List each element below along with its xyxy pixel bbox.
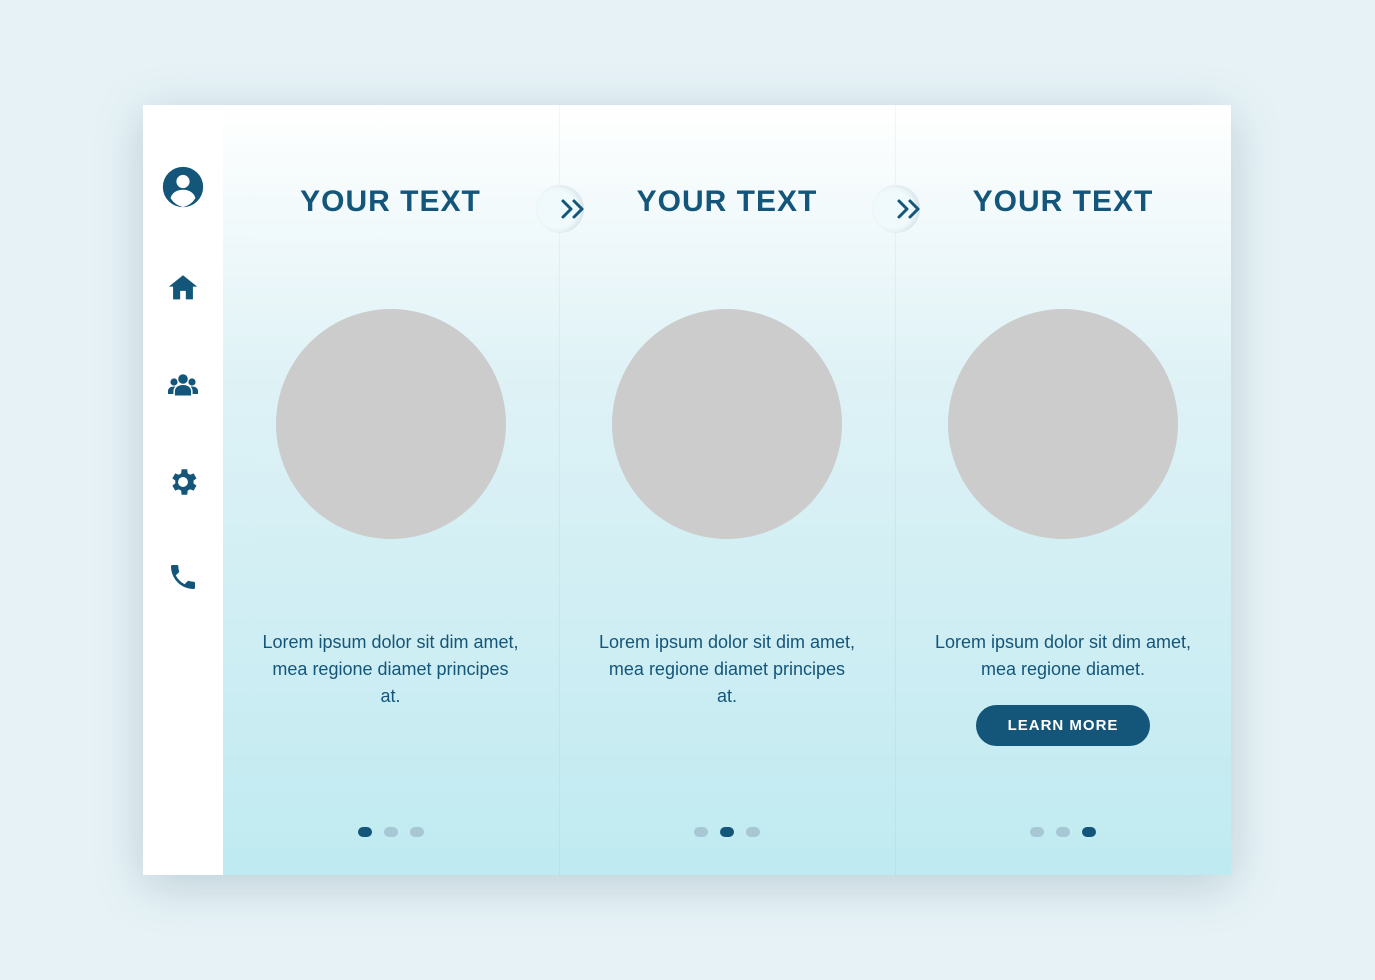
onboarding-panel-2: YOUR TEXT Lorem ipsum dolor sit dim amet… (559, 105, 895, 875)
panel-body: Lorem ipsum dolor sit dim amet, mea regi… (597, 629, 857, 710)
dot-1[interactable] (694, 827, 708, 837)
onboarding-panel-1: YOUR TEXT Lorem ipsum dolor sit dim amet… (223, 105, 559, 875)
panel-title: YOUR TEXT (637, 185, 818, 219)
group-icon[interactable] (165, 367, 201, 403)
pagination-dots (1030, 827, 1096, 837)
image-placeholder (276, 309, 506, 539)
pagination-dots (358, 827, 424, 837)
dot-3[interactable] (410, 827, 424, 837)
image-placeholder (948, 309, 1178, 539)
panel-title: YOUR TEXT (300, 185, 481, 219)
panel-title: YOUR TEXT (973, 185, 1154, 219)
sidebar (143, 105, 223, 875)
dot-1[interactable] (1030, 827, 1044, 837)
panel-body: Lorem ipsum dolor sit dim amet, mea regi… (261, 629, 521, 710)
learn-more-button[interactable]: LEARN MORE (976, 705, 1151, 746)
dot-3[interactable] (746, 827, 760, 837)
user-icon[interactable] (161, 165, 205, 209)
home-icon[interactable] (166, 271, 200, 305)
dot-3[interactable] (1082, 827, 1096, 837)
panels-container: YOUR TEXT Lorem ipsum dolor sit dim amet… (223, 105, 1233, 875)
panel-body: Lorem ipsum dolor sit dim amet, mea regi… (933, 629, 1193, 683)
image-placeholder (612, 309, 842, 539)
gear-icon[interactable] (166, 465, 200, 499)
onboarding-panel-3: YOUR TEXT Lorem ipsum dolor sit dim amet… (895, 105, 1231, 875)
onboarding-template: YOUR TEXT Lorem ipsum dolor sit dim amet… (143, 105, 1233, 875)
next-chevron-icon[interactable] (559, 197, 587, 221)
phone-icon[interactable] (167, 561, 199, 593)
dot-2[interactable] (384, 827, 398, 837)
dot-1[interactable] (358, 827, 372, 837)
next-chevron-icon[interactable] (895, 197, 923, 221)
pagination-dots (694, 827, 760, 837)
dot-2[interactable] (1056, 827, 1070, 837)
dot-2[interactable] (720, 827, 734, 837)
